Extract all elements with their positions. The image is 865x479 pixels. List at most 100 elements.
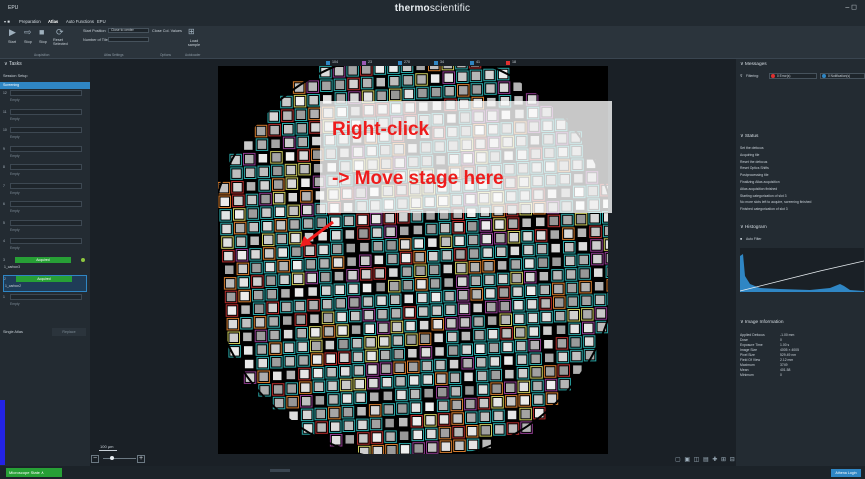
grid-square[interactable] (412, 442, 425, 454)
grid-square[interactable] (222, 249, 235, 263)
grid-square[interactable] (261, 220, 274, 233)
grid-square[interactable] (400, 66, 414, 73)
grid-square[interactable] (449, 385, 463, 398)
grid-square[interactable] (412, 237, 425, 250)
load-sample-button[interactable]: Load sample (186, 39, 202, 48)
grid-square[interactable] (293, 299, 307, 313)
grid-square[interactable] (473, 303, 482, 313)
grid-square[interactable] (491, 396, 504, 409)
grid-square[interactable] (282, 136, 296, 150)
grid-square[interactable] (295, 122, 309, 135)
grid-square[interactable] (331, 256, 345, 269)
grid-square[interactable] (283, 316, 292, 325)
grid-square[interactable] (373, 66, 387, 75)
grid-square[interactable] (385, 239, 398, 252)
auto-filter-checkbox[interactable]: ■ (740, 237, 742, 241)
grid-square[interactable] (386, 252, 399, 266)
grid-square[interactable] (257, 165, 270, 179)
grid-square[interactable] (340, 392, 354, 405)
grid-square[interactable] (443, 85, 456, 98)
grid-square[interactable] (521, 230, 534, 243)
slot-item[interactable]: 6 Empty (3, 201, 87, 218)
grid-square[interactable] (244, 141, 253, 150)
grid-square[interactable] (247, 220, 260, 234)
number-of-tiles-input[interactable] (108, 37, 149, 42)
grid-square[interactable] (361, 295, 375, 308)
grid-square[interactable] (360, 66, 373, 76)
start-button[interactable]: Start (8, 40, 16, 44)
grid-square[interactable] (475, 369, 489, 383)
grid-square[interactable] (570, 349, 583, 363)
grid-square[interactable] (272, 191, 286, 205)
grid-square[interactable] (453, 439, 466, 452)
grid-square[interactable] (523, 257, 536, 270)
tasks-header[interactable]: ∨ Tasks (0, 61, 90, 69)
user-button[interactable]: Athena Login (831, 469, 861, 477)
grid-square[interactable] (233, 221, 247, 235)
histogram-chart[interactable] (739, 248, 865, 292)
grid-square[interactable] (341, 405, 355, 419)
grid-square[interactable] (360, 76, 374, 90)
grid-square[interactable] (322, 325, 336, 338)
slot-item[interactable]: 9 Empty (3, 145, 87, 163)
grid-square[interactable] (379, 362, 393, 375)
grid-square[interactable] (441, 66, 455, 71)
grid-square[interactable] (428, 66, 441, 72)
slot-name-field[interactable] (10, 90, 82, 96)
grid-square[interactable] (428, 277, 442, 290)
grid-square[interactable] (334, 271, 344, 281)
grid-square[interactable] (220, 222, 233, 236)
grid-square[interactable] (277, 259, 290, 273)
grid-square[interactable] (429, 290, 443, 304)
grid-square[interactable] (350, 337, 364, 350)
grid-square[interactable] (504, 395, 518, 408)
grid-square[interactable] (251, 275, 264, 288)
grid-square[interactable] (498, 299, 512, 313)
grid-square[interactable] (517, 380, 531, 394)
start-icon[interactable]: ▶ (9, 27, 16, 38)
grid-square[interactable] (437, 413, 451, 426)
stop-icon[interactable]: ■ (39, 27, 44, 37)
grid-square[interactable] (345, 230, 355, 239)
grid-square[interactable] (297, 149, 310, 162)
grid-square[interactable] (474, 342, 487, 355)
grid-square[interactable] (397, 211, 410, 224)
grid-square[interactable] (605, 265, 608, 278)
grid-square[interactable] (493, 218, 506, 231)
grid-square[interactable] (234, 235, 248, 248)
grid-square[interactable] (281, 109, 294, 122)
grid-square[interactable] (255, 343, 269, 356)
grid-square[interactable] (552, 257, 561, 267)
grid-square[interactable] (553, 309, 567, 323)
grid-square[interactable] (388, 75, 401, 88)
grid-square[interactable] (407, 360, 420, 374)
grid-square[interactable] (387, 66, 400, 74)
grid-square[interactable] (301, 203, 314, 217)
tab-atlas[interactable]: Atlas (48, 19, 58, 24)
grid-square[interactable] (395, 388, 408, 402)
grid-square[interactable] (529, 352, 542, 365)
grid-square[interactable] (418, 332, 432, 345)
grid-square[interactable] (297, 354, 310, 367)
slot-name-field[interactable] (10, 201, 82, 207)
grid-square[interactable] (286, 370, 296, 380)
grid-square[interactable] (430, 74, 440, 83)
grid-square[interactable] (332, 66, 346, 78)
grid-square[interactable] (393, 361, 406, 374)
grid-square[interactable] (219, 209, 232, 222)
grid-square[interactable] (399, 431, 409, 441)
grid-square[interactable] (258, 154, 268, 163)
grid-square[interactable] (345, 435, 355, 444)
grid-square[interactable] (524, 284, 538, 297)
grid-square[interactable] (250, 236, 259, 246)
grid-square[interactable] (390, 320, 404, 334)
grid-square[interactable] (365, 349, 378, 363)
slot-name-field[interactable] (10, 219, 82, 226)
grid-square[interactable] (296, 340, 309, 354)
grid-square[interactable] (413, 225, 423, 235)
grid-square[interactable] (582, 335, 596, 348)
grid-square[interactable] (431, 318, 444, 331)
grid-square[interactable] (383, 211, 396, 225)
grid-square[interactable] (421, 373, 434, 386)
grid-square[interactable] (419, 346, 433, 359)
